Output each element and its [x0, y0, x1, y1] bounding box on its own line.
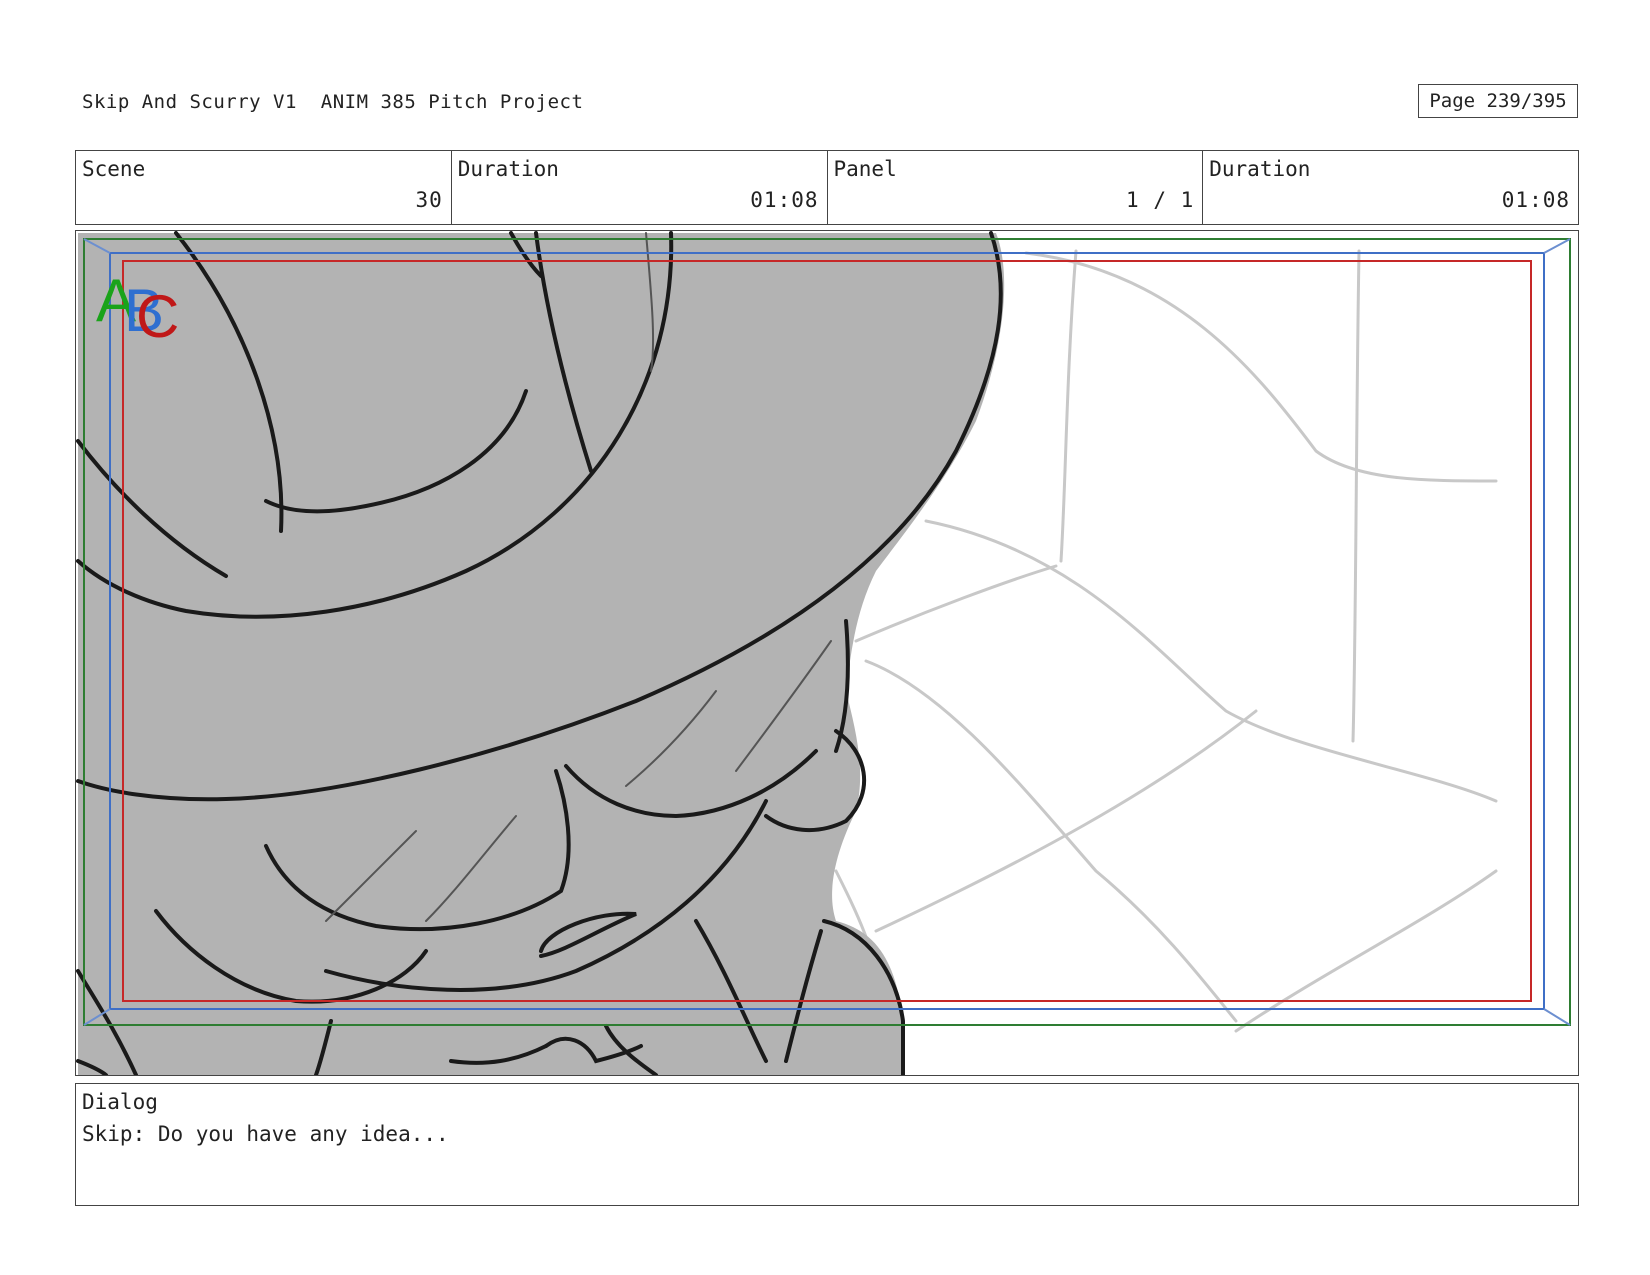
storyboard-drawing: A B C [76, 231, 1571, 1075]
panel-duration-label: Duration [1209, 157, 1311, 181]
panel-duration-value: 01:08 [1501, 188, 1570, 212]
dialog-text: Skip: Do you have any idea... [82, 1122, 449, 1146]
storyboard-panel: A B C [75, 230, 1579, 1076]
scene-value: 30 [415, 188, 443, 212]
dialog-box: Dialog Skip: Do you have any idea... [75, 1083, 1579, 1206]
safe-marker-c: C [136, 283, 179, 350]
page-number: Page 239/395 [1418, 84, 1578, 118]
panel-value: 1 / 1 [1126, 188, 1195, 212]
scene-duration-value: 01:08 [750, 188, 819, 212]
panel-cell: Panel 1 / 1 [828, 151, 1204, 224]
dialog-label: Dialog [82, 1090, 158, 1114]
scene-duration-cell: Duration 01:08 [452, 151, 828, 224]
scene-label: Scene [82, 157, 146, 181]
panel-duration-cell: Duration 01:08 [1203, 151, 1578, 224]
panel-info-table: Scene 30 Duration 01:08 Panel 1 / 1 Dura… [75, 150, 1579, 225]
scene-cell: Scene 30 [76, 151, 452, 224]
scene-duration-label: Duration [457, 157, 559, 181]
document-title: Skip And Scurry V1 ANIM 385 Pitch Projec… [82, 91, 584, 113]
panel-label: Panel [833, 157, 897, 181]
